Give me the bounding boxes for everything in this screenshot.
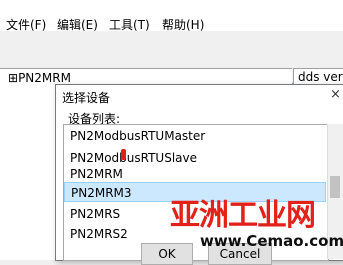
dialog-title: 选择设备 — [62, 91, 111, 105]
properties-text: dds vers — [298, 70, 343, 84]
red-marker-icon — [121, 149, 126, 160]
menu-tools[interactable]: 工具(T) — [109, 16, 150, 33]
list-item[interactable]: PN2MRM — [64, 164, 326, 184]
menu-help[interactable]: 帮助(H) — [162, 16, 204, 33]
menu-bar: 文件(F) 编辑(E) 工具(T) 帮助(H) — [0, 0, 343, 33]
toolbar: ▼ ▼ ▼ — [0, 34, 343, 101]
menu-edit[interactable]: 编辑(E) — [57, 16, 98, 33]
close-icon[interactable]: × — [330, 87, 341, 102]
ok-button[interactable]: OK — [141, 243, 193, 265]
list-item[interactable]: PN2ModbusRTUMaster — [64, 126, 326, 146]
tree-root-node[interactable]: ⊞PN2MRM — [8, 71, 71, 85]
tree-root-label: PN2MRM — [18, 71, 71, 85]
expand-icon[interactable]: ⊞ — [8, 71, 18, 85]
menu-file[interactable]: 文件(F) — [6, 16, 46, 33]
scrollbar-thumb[interactable] — [330, 176, 340, 198]
watermark-logo: 亚洲工业网 — [170, 198, 316, 233]
watermark-url: www.Cemao.com — [200, 232, 343, 250]
